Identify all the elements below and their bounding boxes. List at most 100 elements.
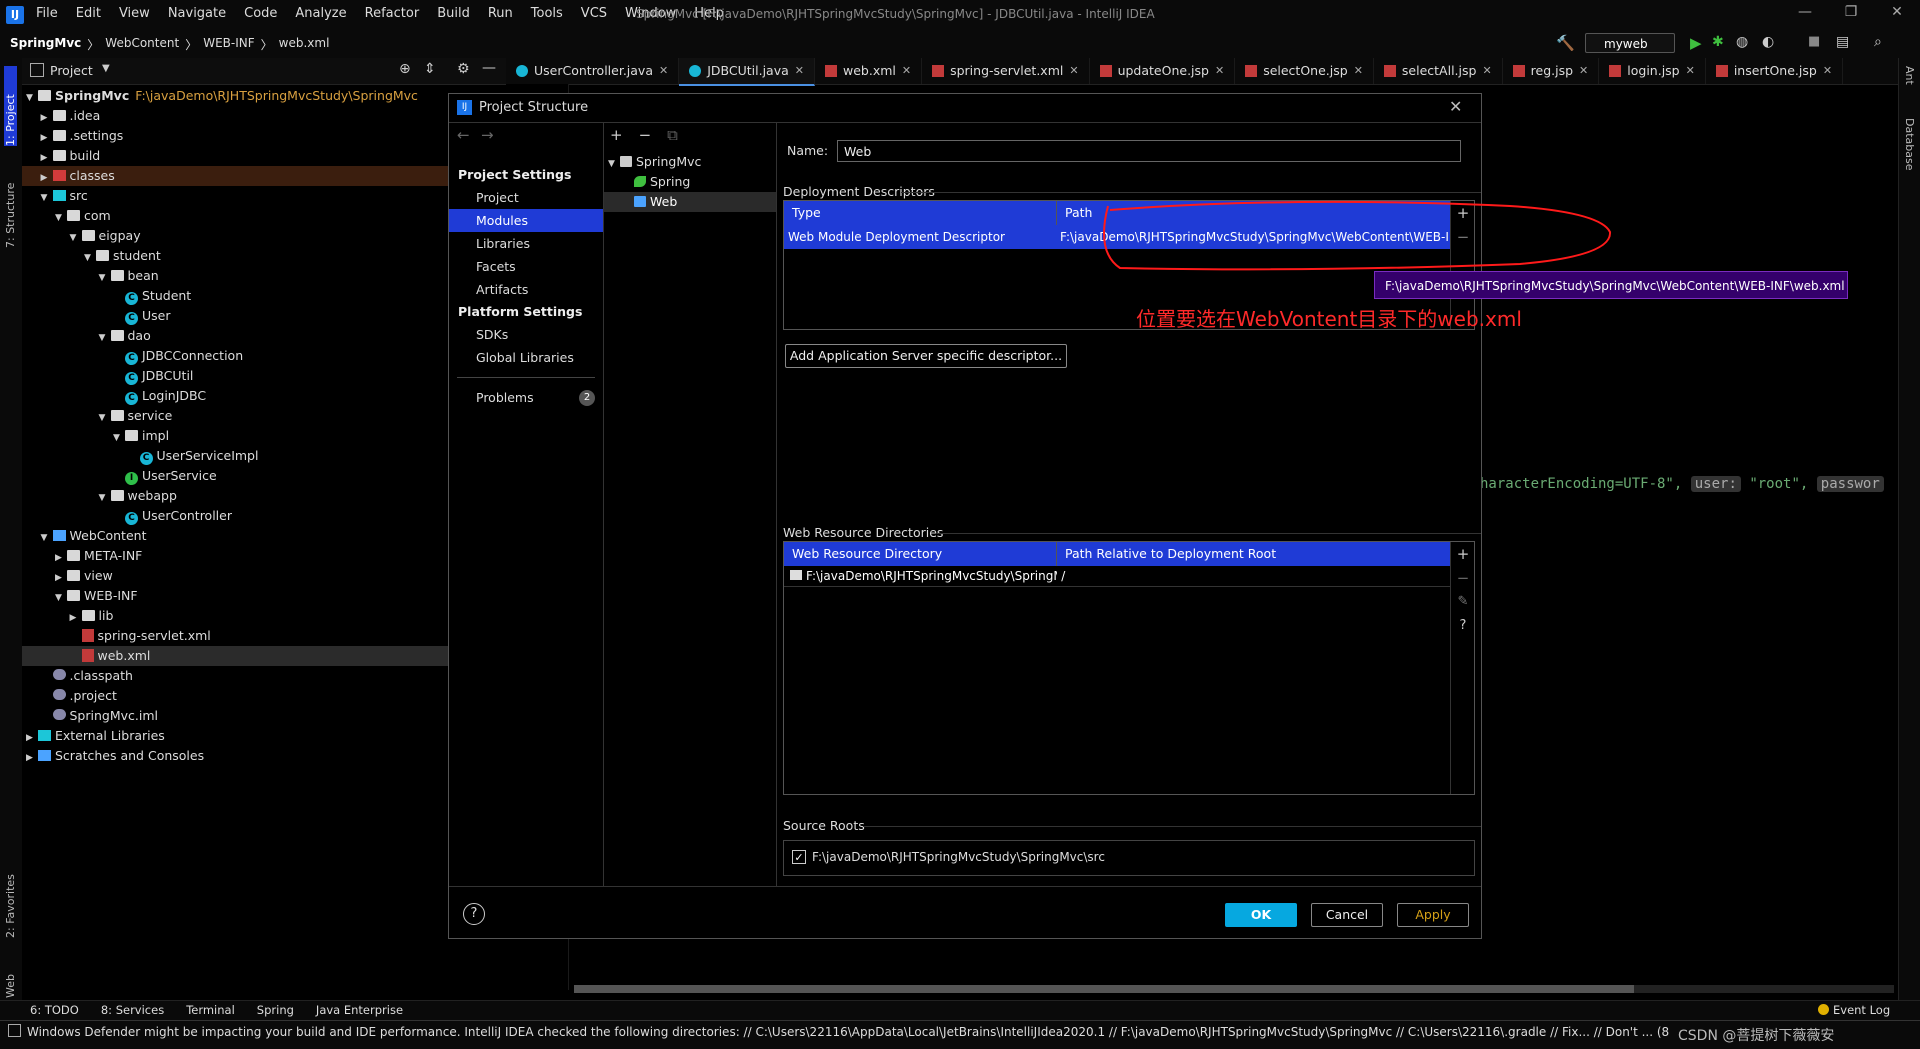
tree-item[interactable]: ▼ src [22, 186, 506, 206]
apply-button[interactable]: Apply [1397, 903, 1469, 927]
close-tab-icon[interactable]: ✕ [1823, 58, 1832, 84]
expand-arrow-icon[interactable]: ▼ [70, 228, 82, 248]
settings-item-artifacts[interactable]: Artifacts [449, 278, 603, 301]
chevron-down-icon[interactable]: ▼ [102, 63, 110, 74]
bottom-tool--services[interactable]: 8: Services [101, 1003, 164, 1017]
run-icon[interactable]: ▶ [1690, 34, 1702, 52]
menu-navigate[interactable]: Navigate [166, 6, 228, 21]
editor-horizontal-scrollbar[interactable] [574, 985, 1894, 993]
profile-icon[interactable]: ◐ [1762, 34, 1774, 50]
add-icon[interactable]: + [610, 126, 623, 144]
breadcrumb[interactable]: SpringMvc 〉 WebContent 〉 WEB-INF 〉 web.xml [10, 36, 329, 53]
name-input[interactable]: Web [837, 140, 1461, 162]
tree-item[interactable]: ▼ student [22, 246, 506, 266]
menu-run[interactable]: Run [486, 6, 515, 21]
tree-item[interactable]: ▶ Scratches and Consoles [22, 746, 506, 766]
search-everywhere-icon[interactable]: ⌕ [1874, 34, 1882, 50]
wr-edit-icon[interactable]: ✎ [1451, 590, 1475, 614]
tree-item[interactable]: ▼ dao [22, 326, 506, 346]
tree-item[interactable]: ▶ .idea [22, 106, 506, 126]
bottom-tool--todo[interactable]: 6: TODO [30, 1003, 79, 1017]
expand-arrow-icon[interactable]: ▶ [70, 608, 82, 628]
expand-arrow-icon[interactable]: ▶ [41, 108, 53, 128]
web-tool-button[interactable]: Web [4, 948, 17, 998]
close-tab-icon[interactable]: ✕ [795, 58, 804, 84]
tree-item[interactable]: C LoginJDBC [22, 386, 506, 406]
close-tab-icon[interactable]: ✕ [1482, 58, 1491, 84]
expand-arrow-icon[interactable]: ▶ [26, 728, 38, 748]
tree-item[interactable]: spring-servlet.xml [22, 626, 506, 646]
project-view-select[interactable]: Project [50, 63, 93, 78]
tree-item[interactable]: ▼ SpringMvc F:\javaDemo\RJHTSpringMvcStudy… [22, 86, 506, 106]
tab-jdbcutil-java[interactable]: JDBCUtil.java ✕ [679, 58, 815, 86]
wr-add-icon[interactable]: + [1451, 542, 1475, 566]
expand-arrow-icon[interactable]: ▼ [99, 328, 111, 348]
expand-arrow-icon[interactable]: ▶ [41, 148, 53, 168]
expand-arrow-icon[interactable]: ▼ [113, 428, 125, 448]
expand-arrow-icon[interactable]: ▼ [41, 528, 53, 548]
tree-item[interactable]: ▼ impl [22, 426, 506, 446]
tree-item[interactable]: C UserServiceImpl [22, 446, 506, 466]
run-configuration-select[interactable]: myweb [1585, 33, 1675, 53]
menu-file[interactable]: File [34, 6, 60, 21]
ant-tool-button[interactable]: Ant [1903, 66, 1916, 106]
scrollbar-thumb[interactable] [574, 985, 1634, 993]
build-hammer-icon[interactable]: 🔨 [1556, 34, 1575, 52]
cancel-button[interactable]: Cancel [1311, 903, 1383, 927]
tab-selectone-jsp[interactable]: selectOne.jsp ✕ [1235, 58, 1374, 84]
table-row[interactable]: F:\javaDemo\RJHTSpringMvcStudy\SpringMvc… [784, 566, 1450, 587]
favorites-tool-button[interactable]: 2: Favorites [4, 848, 17, 938]
module-tree-item[interactable]: ▼ SpringMvc [604, 152, 776, 172]
help-icon[interactable]: ? [463, 903, 485, 925]
code-line[interactable]: haracterEncoding=UTF-8", user: "root", p… [1480, 476, 1884, 492]
wr-remove-icon[interactable]: − [1451, 566, 1475, 590]
expand-arrow-icon[interactable]: ▶ [55, 568, 67, 588]
ok-button[interactable]: OK [1225, 903, 1297, 927]
structure-tool-button[interactable]: 7: Structure [4, 158, 17, 248]
expand-arrow-icon[interactable]: ▶ [41, 168, 53, 188]
bottom-tool-terminal[interactable]: Terminal [186, 1003, 235, 1017]
close-tab-icon[interactable]: ✕ [1069, 58, 1078, 84]
wr-help-icon[interactable]: ? [1451, 614, 1475, 638]
tab-selectall-jsp[interactable]: selectAll.jsp ✕ [1374, 58, 1503, 84]
tab-spring-servlet-xml[interactable]: spring-servlet.xml ✕ [922, 58, 1090, 84]
tree-item[interactable]: C User [22, 306, 506, 326]
tree-item[interactable]: ▶ lib [22, 606, 506, 626]
module-tree-item[interactable]: Spring [604, 172, 776, 192]
forward-arrow-icon[interactable]: → [481, 126, 494, 144]
menu-vcs[interactable]: VCS [579, 6, 609, 21]
tree-item[interactable]: web.xml [22, 646, 506, 666]
tree-item[interactable]: ▶ .settings [22, 126, 506, 146]
tab-updateone-jsp[interactable]: updateOne.jsp ✕ [1090, 58, 1236, 84]
close-tab-icon[interactable]: ✕ [902, 58, 911, 84]
tree-item[interactable]: ▶ view [22, 566, 506, 586]
settings-item-problems[interactable]: Problems 2 [449, 386, 603, 409]
tree-item[interactable]: C JDBCUtil [22, 366, 506, 386]
expand-arrow-icon[interactable]: ▼ [55, 588, 67, 608]
expand-arrow-icon[interactable]: ▶ [55, 548, 67, 568]
expand-arrow-icon[interactable]: ▶ [26, 748, 38, 768]
locate-icon[interactable]: ⊕ [399, 61, 411, 77]
maximize-icon[interactable]: ❐ [1836, 4, 1866, 20]
wr-col-dir[interactable]: Web Resource Directory [784, 542, 1057, 566]
minimize-icon[interactable]: — [1790, 4, 1820, 20]
menu-tools[interactable]: Tools [529, 6, 565, 21]
tree-item[interactable]: ▼ WEB-INF [22, 586, 506, 606]
project-structure-icon[interactable]: ▤ [1836, 34, 1849, 50]
settings-item-project[interactable]: Project [449, 186, 603, 209]
database-tool-button[interactable]: Database [1903, 118, 1916, 198]
menu-analyze[interactable]: Analyze [293, 6, 348, 21]
remove-icon[interactable]: − [639, 126, 652, 144]
menu-edit[interactable]: Edit [74, 6, 103, 21]
tree-item[interactable]: ▶ META-INF [22, 546, 506, 566]
tree-item[interactable]: I UserService [22, 466, 506, 486]
tree-item[interactable]: ▼ WebContent [22, 526, 506, 546]
expand-arrow-icon[interactable]: ▼ [99, 488, 111, 508]
close-tab-icon[interactable]: ✕ [1686, 58, 1695, 84]
close-tab-icon[interactable]: ✕ [1215, 58, 1224, 84]
wr-col-rel[interactable]: Path Relative to Deployment Root [1057, 542, 1445, 566]
event-log-button[interactable]: Event Log [1818, 1003, 1890, 1017]
tree-item[interactable]: C UserController [22, 506, 506, 526]
settings-item-facets[interactable]: Facets [449, 255, 603, 278]
tree-item[interactable]: .project [22, 686, 506, 706]
